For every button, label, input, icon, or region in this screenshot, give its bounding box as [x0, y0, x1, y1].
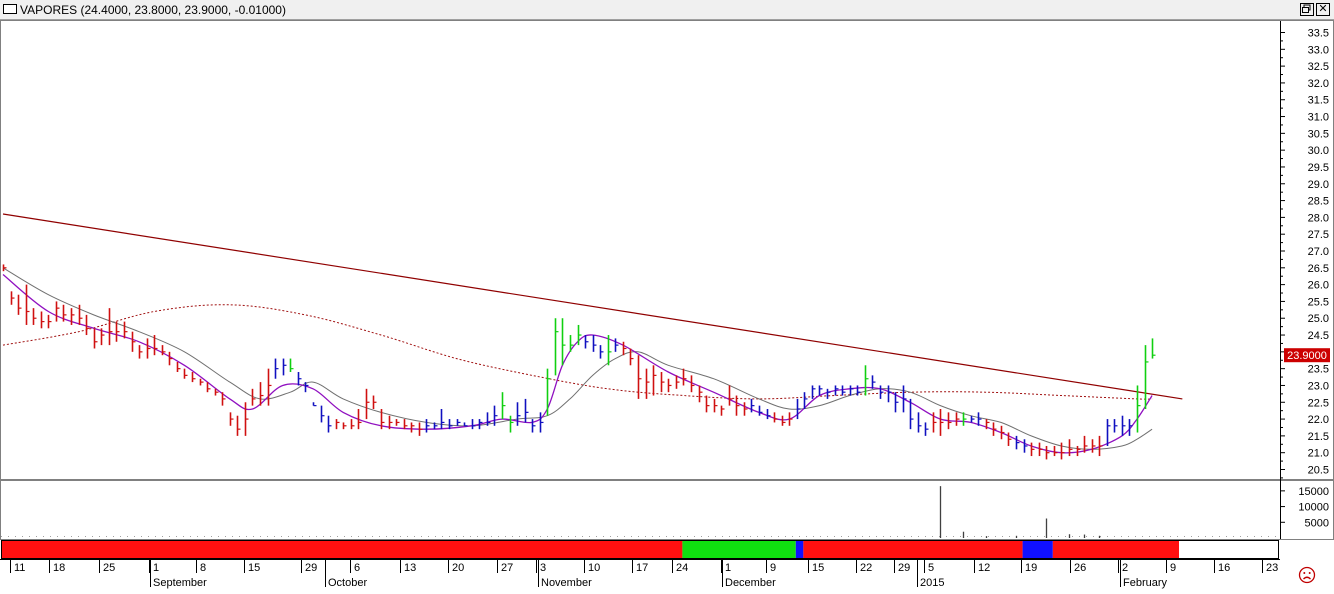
- day-tick-label: 22: [860, 562, 872, 574]
- indicator-ribbon-segment: [1022, 541, 1053, 558]
- indicator-ribbon-segment: [1052, 541, 1179, 558]
- day-tick-label: 27: [501, 562, 513, 574]
- close-button[interactable]: ✕: [1316, 3, 1330, 16]
- indicator-ribbon-segment: [682, 541, 796, 558]
- y-tick-label: 20.5: [1308, 465, 1329, 477]
- day-tick-label: 8: [200, 562, 206, 574]
- day-tick-label: 1: [153, 562, 159, 574]
- y-tick-label: 32.0: [1308, 78, 1329, 90]
- day-tick-label: 19: [1025, 562, 1037, 574]
- day-tick-label: 2: [1122, 562, 1128, 574]
- y-tick-label: 25.0: [1308, 313, 1329, 325]
- y-tick-label: 28.5: [1308, 196, 1329, 208]
- month-tick-label: October: [328, 577, 367, 589]
- last-price-label: 23.9000: [1287, 350, 1327, 362]
- y-tick-label: 29.0: [1308, 179, 1329, 191]
- y-tick-label: 27.0: [1308, 246, 1329, 258]
- day-tick-label: 26: [1074, 562, 1086, 574]
- y-tick-label: 25.5: [1308, 296, 1329, 308]
- y-tick-label: 30.5: [1308, 128, 1329, 140]
- y-tick-label: 26.0: [1308, 280, 1329, 292]
- day-tick-label: 9: [770, 562, 776, 574]
- window-title: VAPORES (24.4000, 23.8000, 23.9000, -0.0…: [20, 3, 286, 17]
- y-tick-label: 29.5: [1308, 162, 1329, 174]
- day-tick-label: 20: [452, 562, 464, 574]
- indicator-ribbon-segment: [2, 541, 683, 558]
- month-tick-label: February: [1123, 577, 1168, 589]
- day-tick-label: 5: [928, 562, 934, 574]
- y-tick-label: 22.0: [1308, 414, 1329, 426]
- day-tick-label: 3: [540, 562, 546, 574]
- day-tick-label: 13: [404, 562, 416, 574]
- day-tick-label: 10: [588, 562, 600, 574]
- day-tick-label: 17: [636, 562, 648, 574]
- day-tick-label: 1: [725, 562, 731, 574]
- day-tick-label: 24: [676, 562, 688, 574]
- y-tick-label: 33.5: [1308, 28, 1329, 40]
- day-tick-label: 29: [898, 562, 910, 574]
- day-tick-label: 15: [812, 562, 824, 574]
- y-tick-label: 30.0: [1308, 145, 1329, 157]
- y-tick-label: 32.5: [1308, 61, 1329, 73]
- day-tick-label: 9: [1170, 562, 1176, 574]
- volume-panel: [0, 480, 1334, 540]
- y-tick-label: 27.5: [1308, 229, 1329, 241]
- day-tick-label: 15: [248, 562, 260, 574]
- y-tick-label: 22.5: [1308, 397, 1329, 409]
- month-tick-label: 2015: [920, 577, 944, 589]
- price-panel: [0, 20, 1334, 480]
- window-titlebar: VAPORES (24.4000, 23.8000, 23.9000, -0.0…: [0, 0, 1334, 20]
- volume-tick-label: 15000: [1298, 486, 1329, 498]
- y-tick-label: 23.5: [1308, 364, 1329, 376]
- indicator-ribbon-segment: [803, 541, 1023, 558]
- month-tick-label: December: [725, 577, 776, 589]
- month-tick-label: September: [153, 577, 207, 589]
- y-tick-label: 28.0: [1308, 212, 1329, 224]
- y-tick-label: 24.5: [1308, 330, 1329, 342]
- volume-tick-label: 10000: [1298, 502, 1329, 514]
- indicator-ribbon-segment: [795, 541, 804, 558]
- y-tick-label: 21.0: [1308, 448, 1329, 460]
- y-tick-label: 21.5: [1308, 431, 1329, 443]
- day-tick-label: 6: [354, 562, 360, 574]
- day-tick-label: 16: [1218, 562, 1230, 574]
- y-tick-label: 26.5: [1308, 263, 1329, 275]
- y-tick-label: 31.5: [1308, 95, 1329, 107]
- volume-tick-label: 5000: [1305, 517, 1329, 529]
- day-tick-label: 18: [53, 562, 65, 574]
- day-tick-label: 29: [305, 562, 317, 574]
- y-tick-label: 23.0: [1308, 380, 1329, 392]
- price-chart[interactable]: 33.5 33.0 32.5 32.0 31.5 31.0 30.5 30.0 29.5 29.0…: [0, 20, 1334, 594]
- y-tick-label: 31.0: [1308, 112, 1329, 124]
- month-tick-label: November: [541, 577, 592, 589]
- day-tick-label: 25: [103, 562, 115, 574]
- restore-icon[interactable]: [1300, 3, 1314, 16]
- day-tick-label: 12: [978, 562, 990, 574]
- sad-face-icon[interactable]: [1298, 566, 1316, 584]
- day-tick-label: 23: [1266, 562, 1278, 574]
- window-icon[interactable]: [3, 4, 17, 14]
- y-tick-label: 33.0: [1308, 44, 1329, 56]
- day-tick-label: 11: [14, 562, 25, 574]
